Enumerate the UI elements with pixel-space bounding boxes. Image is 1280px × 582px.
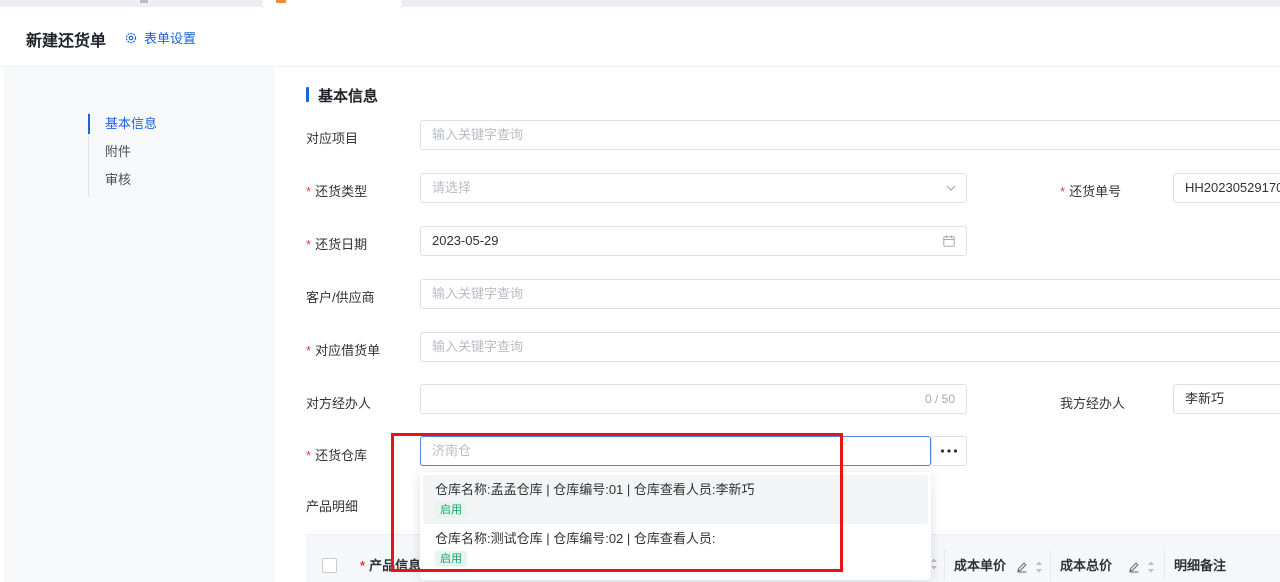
option-text: 仓库名称:孟孟仓库 | 仓库编号:01 | 仓库查看人员:李新巧 [435, 482, 755, 497]
dropdown-option[interactable]: 仓库名称:孟孟仓库 | 仓库编号:01 | 仓库查看人员:李新巧 启用 [423, 475, 928, 524]
form-settings-label: 表单设置 [144, 31, 197, 46]
required-mark: * [306, 184, 312, 199]
return-no-value: HH20230529170 [1185, 180, 1280, 195]
chevron-down-icon [946, 185, 956, 191]
warehouse-input[interactable]: 济南仓 [420, 436, 931, 466]
warehouse-dropdown: 仓库名称:孟孟仓库 | 仓库编号:01 | 仓库查看人员:李新巧 启用 仓库名称… [420, 472, 931, 580]
customer-input[interactable]: 输入关键字查询 [420, 279, 1280, 309]
form-settings-link[interactable]: 表单设置 [124, 28, 196, 47]
customer-label: 客户/供应商 [306, 290, 375, 305]
required-mark: * [306, 237, 312, 252]
return-no-input[interactable]: HH20230529170 [1173, 173, 1280, 203]
product-detail-label: 产品明细 [306, 499, 359, 514]
gear-icon [125, 32, 137, 43]
borrow-order-input[interactable]: 输入关键字查询 [420, 332, 1280, 362]
return-type-label: * 还货类型 [306, 184, 368, 199]
required-mark: * [1060, 184, 1066, 199]
anchor-review[interactable]: 审核 [89, 169, 157, 197]
sort-icon[interactable] [930, 557, 938, 571]
return-type-placeholder: 请选择 [432, 180, 472, 195]
select-all-checkbox[interactable] [322, 558, 337, 573]
return-no-label: * 还货单号 [1060, 184, 1122, 199]
page-header: 新建还货单 表单设置 [0, 7, 1280, 67]
return-type-select[interactable]: 请选择 [420, 173, 967, 203]
their-handler-input[interactable]: 0 / 50 [420, 384, 967, 414]
return-date-picker[interactable]: 2023-05-29 [420, 226, 967, 256]
edit-icon[interactable] [1016, 561, 1028, 573]
dropdown-option[interactable]: 仓库名称:测试仓库 | 仓库编号:02 | 仓库查看人员: 启用 [423, 524, 928, 573]
column-divider [1164, 549, 1165, 579]
col-detail-remark[interactable]: 明细备注 [1174, 555, 1226, 574]
project-label: 对应项目 [306, 131, 359, 146]
edit-icon[interactable] [1128, 561, 1140, 573]
their-handler-label: 对方经办人 [306, 396, 372, 411]
option-text: 仓库名称:测试仓库 | 仓库编号:02 | 仓库查看人员: [435, 531, 716, 546]
column-divider [944, 549, 945, 579]
sort-icon[interactable] [1035, 560, 1043, 574]
section-title: 基本信息 [306, 85, 378, 106]
our-handler-value: 李新巧 [1185, 391, 1225, 406]
anchor-nav: 基本信息 附件 审核 [87, 113, 157, 197]
project-input[interactable]: 输入关键字查询 [420, 120, 1280, 150]
required-mark: * [306, 343, 312, 358]
col-cost-total[interactable]: 成本总价 [1060, 555, 1155, 574]
return-date-label: * 还货日期 [306, 237, 368, 252]
our-handler-label: 我方经办人 [1060, 396, 1126, 411]
warehouse-more-button[interactable] [931, 436, 967, 466]
warehouse-label: * 还货仓库 [306, 448, 368, 463]
char-counter: 0 / 50 [924, 392, 955, 406]
required-mark: * [360, 558, 366, 573]
warehouse-value: 济南仓 [432, 443, 472, 458]
our-handler-input[interactable]: 李新巧 [1173, 384, 1280, 414]
required-mark: * [306, 448, 312, 463]
customer-placeholder: 输入关键字查询 [432, 286, 524, 301]
page-title: 新建还货单 [26, 33, 107, 50]
active-tab-indicator [276, 0, 286, 3]
status-badge: 启用 [435, 551, 467, 567]
sort-icon[interactable] [1147, 560, 1155, 574]
col-product-info[interactable]: * 产品信息 [360, 555, 421, 574]
top-tab-strip [0, 0, 1280, 7]
anchor-basic-info[interactable]: 基本信息 [87, 113, 157, 141]
col-cost-unit-price[interactable]: 成本单价 [954, 555, 1043, 574]
calendar-icon [943, 235, 955, 247]
borrow-order-label: * 对应借货单 [306, 343, 381, 358]
project-placeholder: 输入关键字查询 [432, 127, 524, 142]
more-dots-icon [940, 449, 958, 453]
return-date-value: 2023-05-29 [432, 233, 499, 248]
anchor-attachments[interactable]: 附件 [89, 141, 157, 169]
borrow-order-placeholder: 输入关键字查询 [432, 339, 524, 354]
tab-indicator [140, 0, 148, 3]
status-badge: 启用 [435, 502, 467, 518]
column-divider [1050, 549, 1051, 579]
